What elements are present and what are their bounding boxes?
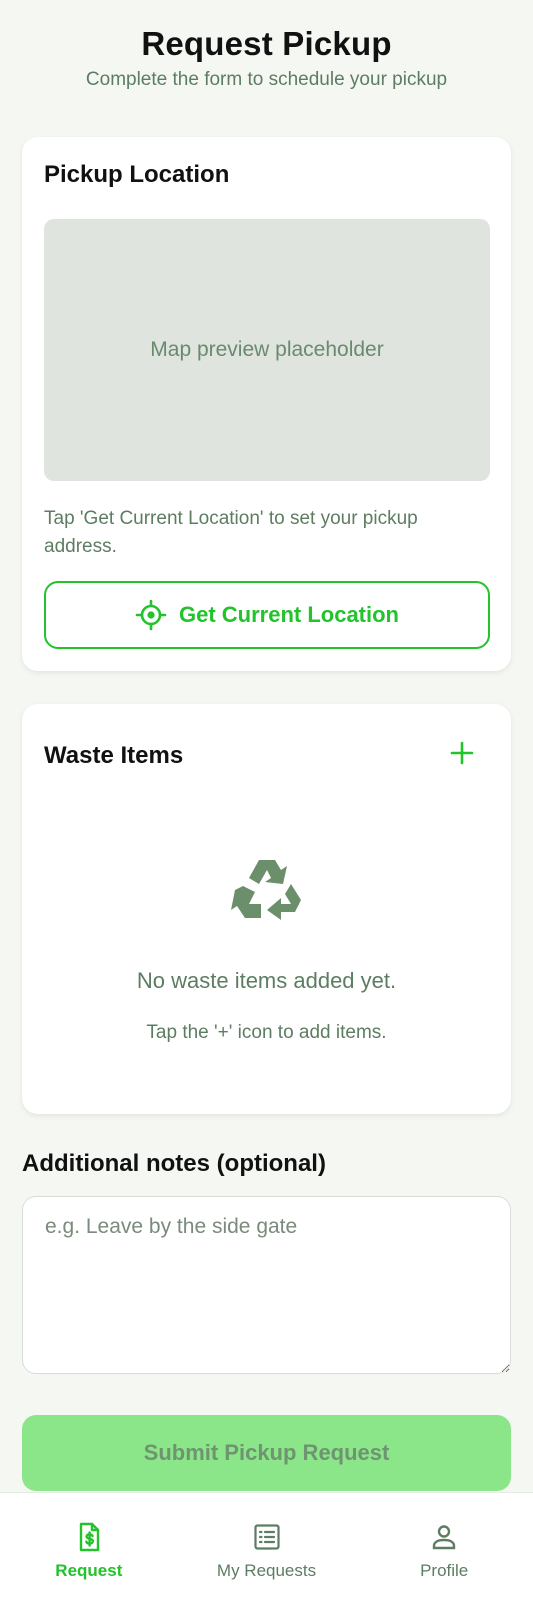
nav-item-request[interactable]: Request xyxy=(0,1493,178,1600)
plus-icon xyxy=(450,741,474,765)
notes-label: Additional notes (optional) xyxy=(22,1150,326,1177)
map-placeholder-text: Map preview placeholder xyxy=(150,338,384,361)
bottom-navigation: Request My Requests Profile xyxy=(0,1492,533,1600)
recycle-icon xyxy=(230,860,301,920)
crosshair-icon xyxy=(135,599,167,631)
person-icon xyxy=(432,1525,456,1550)
page-title: Request Pickup xyxy=(141,25,392,62)
pickup-location-card: Pickup Location Map preview placeholder … xyxy=(22,137,511,671)
get-current-location-button[interactable]: Get Current Location xyxy=(44,581,490,649)
submit-pickup-request-button[interactable]: Submit Pickup Request xyxy=(22,1415,511,1491)
location-hint: Tap 'Get Current Location' to set your p… xyxy=(44,508,418,557)
nav-item-profile[interactable]: Profile xyxy=(355,1493,533,1600)
nav-item-my-requests[interactable]: My Requests xyxy=(178,1493,356,1600)
empty-state-subtitle: Tap the '+' icon to add items. xyxy=(146,1022,387,1043)
empty-state-title: No waste items added yet. xyxy=(136,968,397,993)
nav-label-profile: Profile xyxy=(420,1561,469,1580)
get-current-location-label: Get Current Location xyxy=(178,602,399,627)
waste-items-title: Waste Items xyxy=(44,742,184,769)
nav-label-my-requests: My Requests xyxy=(216,1561,317,1580)
list-icon xyxy=(253,1524,280,1550)
page-header: Request Pickup Complete the form to sche… xyxy=(0,0,533,92)
page-subtitle: Complete the form to schedule your picku… xyxy=(85,69,448,90)
map-preview: Map preview placeholder xyxy=(44,219,490,481)
document-dollar-icon xyxy=(79,1522,100,1552)
request-pickup-screen: Request Pickup Complete the form to sche… xyxy=(0,0,533,1600)
pickup-location-title: Pickup Location xyxy=(44,161,230,188)
nav-label-request: Request xyxy=(55,1561,123,1580)
notes-textarea[interactable] xyxy=(22,1196,511,1374)
add-waste-item-button[interactable] xyxy=(447,738,477,768)
waste-items-card: Waste Items No waste items added yet. Ta… xyxy=(22,704,511,1114)
